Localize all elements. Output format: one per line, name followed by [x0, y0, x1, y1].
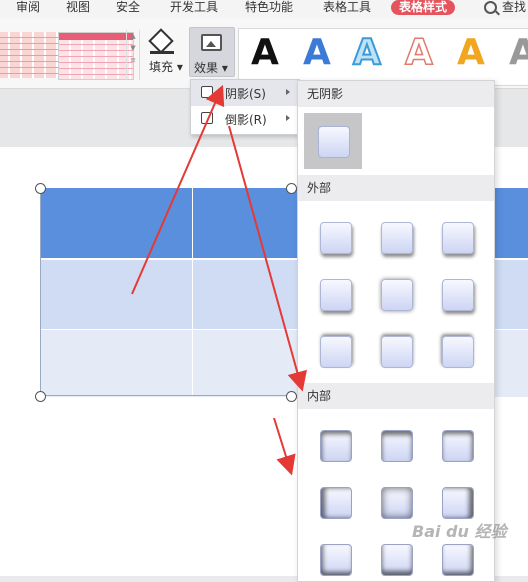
- shadow-square-icon: [201, 86, 213, 98]
- submenu-arrow-icon: [286, 115, 290, 121]
- resize-handle-top-left[interactable]: [35, 183, 46, 194]
- effect-dropdown-menu: 阴影(S) 倒影(R): [190, 79, 300, 135]
- menu-special-features[interactable]: 特色功能: [245, 0, 293, 16]
- inner-shadow-option[interactable]: [442, 487, 474, 519]
- wordart-style-black[interactable]: A: [251, 31, 279, 75]
- table-style-thumbnail-peach[interactable]: [0, 32, 60, 78]
- inner-shadow-option[interactable]: [320, 430, 352, 462]
- effect-picture-icon: [201, 34, 222, 51]
- no-shadow-swatch: [318, 126, 350, 158]
- menu-view[interactable]: 视图: [66, 0, 90, 16]
- style-gallery-scroll[interactable]: ▲ ▼ ≡: [126, 30, 140, 80]
- shadow-submenu: 无阴影 外部 内部: [297, 80, 495, 582]
- outer-shadow-option[interactable]: [320, 279, 352, 311]
- section-no-shadow: 无阴影: [298, 81, 494, 107]
- outer-shadow-option[interactable]: [442, 279, 474, 311]
- table-column-divider: [192, 188, 193, 396]
- wordart-style-orange[interactable]: A: [457, 31, 485, 75]
- section-inner-shadow: 内部: [298, 383, 494, 409]
- menu-security[interactable]: 安全: [116, 0, 140, 16]
- outer-shadow-option[interactable]: [442, 336, 474, 368]
- no-shadow-option[interactable]: [304, 113, 362, 169]
- outer-shadow-option[interactable]: [442, 222, 474, 254]
- resize-handle-bottom-left[interactable]: [35, 391, 46, 402]
- inner-shadow-option[interactable]: [320, 544, 352, 576]
- wordart-gallery: A A A A A A: [238, 28, 528, 86]
- menu-item-shadow[interactable]: 阴影(S): [191, 80, 299, 106]
- outer-shadow-option[interactable]: [381, 279, 413, 311]
- menu-search[interactable]: 查找: [502, 0, 526, 16]
- resize-handle-bottom-middle[interactable]: [286, 391, 297, 402]
- inner-shadow-option[interactable]: [442, 544, 474, 576]
- baidu-watermark: Bai du 经验: [412, 522, 507, 541]
- table-border-bottom: [40, 395, 300, 396]
- outer-shadow-option[interactable]: [381, 222, 413, 254]
- wordart-style-red-outline[interactable]: A: [404, 31, 433, 75]
- resize-handle-top-middle[interactable]: [286, 183, 297, 194]
- wordart-style-blue-outline[interactable]: A: [352, 31, 382, 75]
- inner-shadow-option[interactable]: [381, 544, 413, 576]
- submenu-arrow-icon: [286, 89, 290, 95]
- outer-shadow-option[interactable]: [320, 336, 352, 368]
- effect-button-label: 效果 ▾: [194, 61, 228, 75]
- inner-shadow-option[interactable]: [442, 430, 474, 462]
- reflection-square-icon: [201, 112, 213, 124]
- inner-shadow-option[interactable]: [320, 487, 352, 519]
- menu-item-reflection[interactable]: 倒影(R): [191, 106, 299, 132]
- menu-table-tools[interactable]: 表格工具: [323, 0, 371, 16]
- menu-item-shadow-label: 阴影(S): [225, 87, 266, 101]
- fill-color-bar: [150, 51, 174, 54]
- section-outer-shadow: 外部: [298, 175, 494, 201]
- search-icon[interactable]: [484, 1, 497, 14]
- inner-shadow-option[interactable]: [381, 430, 413, 462]
- wordart-style-gray[interactable]: A: [509, 31, 528, 75]
- wordart-style-blue[interactable]: A: [303, 31, 331, 75]
- outer-shadow-option[interactable]: [320, 222, 352, 254]
- menu-table-style-active[interactable]: 表格样式: [391, 0, 456, 15]
- table-style-thumbnail-pink[interactable]: [58, 32, 134, 80]
- menu-item-reflection-label: 倒影(R): [225, 113, 267, 127]
- effect-button[interactable]: 效果 ▾: [189, 27, 235, 77]
- menu-developer-tools[interactable]: 开发工具: [170, 0, 218, 16]
- inner-shadow-option[interactable]: [381, 487, 413, 519]
- outer-shadow-option[interactable]: [381, 336, 413, 368]
- menu-review[interactable]: 审阅: [16, 0, 40, 16]
- menu-bar: 审阅 视图 安全 开发工具 特色功能 表格工具 表格样式 查找: [0, 0, 528, 19]
- fill-button-label[interactable]: 填充 ▾: [149, 58, 183, 75]
